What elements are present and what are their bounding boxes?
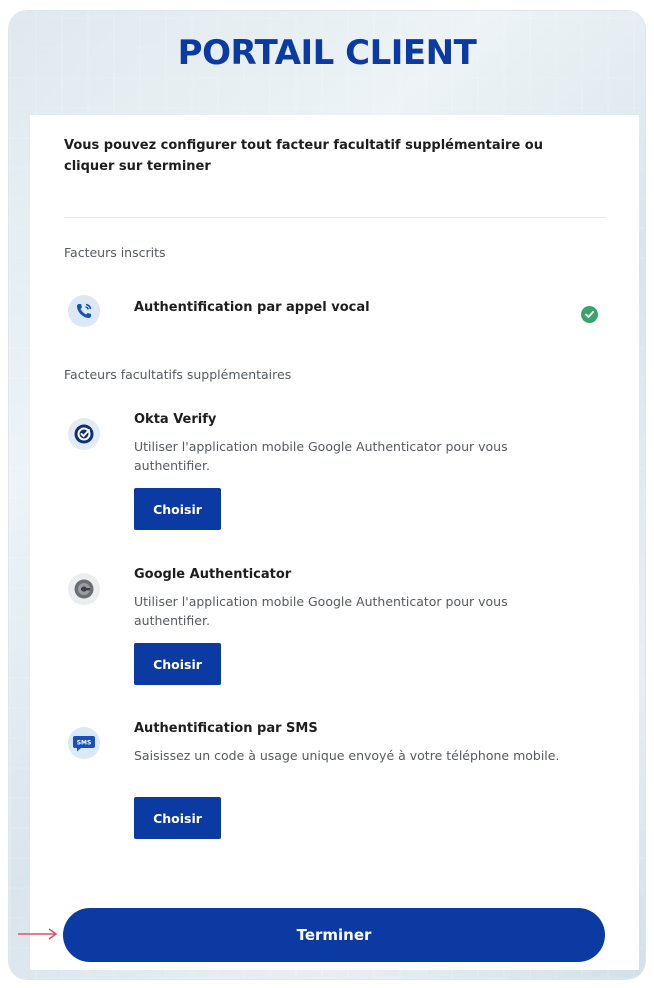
sms-icon: SMS [68,727,100,759]
phone-call-icon [68,295,100,327]
sms-icon-text: SMS [77,740,92,747]
finish-button[interactable]: Terminer [63,908,605,962]
factor-description: Utiliser l'application mobile Google Aut… [134,439,508,473]
choose-okta-verify-button[interactable]: Choisir [134,488,221,530]
page-frame: PORTAIL CLIENT Vous pouvez configurer to… [9,11,645,979]
page-title: PORTAIL CLIENT [177,33,477,73]
factor-title: Okta Verify [134,412,217,427]
factor-title: Authentification par SMS [134,721,318,736]
choose-google-authenticator-button[interactable]: Choisir [134,643,221,685]
factor-title: Authentification par appel vocal [134,300,370,315]
factor-description: Saisissez un code à usage unique envoyé … [134,748,560,763]
check-icon [581,306,598,323]
enrolled-factors-label: Facteurs inscrits [64,245,166,260]
arrow-icon [18,928,58,940]
divider [64,217,606,218]
factor-card: Vous pouvez configurer tout facteur facu… [30,115,639,970]
optional-factors-label: Facteurs facultatifs supplémentaires [64,367,292,382]
factor-description: Utiliser l'application mobile Google Aut… [134,594,508,628]
google-authenticator-icon [68,573,100,605]
factor-title: Google Authenticator [134,567,292,582]
choose-sms-button[interactable]: Choisir [134,797,221,839]
intro-text: Vous pouvez configurer tout facteur facu… [64,138,543,174]
okta-verify-icon [68,418,100,450]
